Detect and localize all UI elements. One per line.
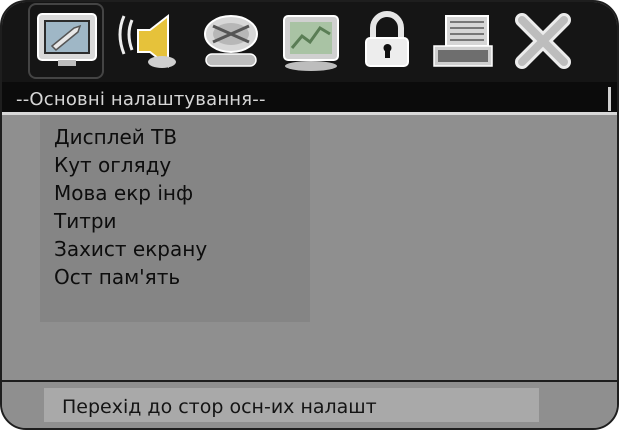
menu-item-screen-saver[interactable]: Захист екрану xyxy=(54,238,207,260)
general-setup-icon[interactable] xyxy=(34,8,100,74)
mpeg4-setup-icon[interactable] xyxy=(430,8,496,74)
help-text: Перехід до стор осн-их налашт xyxy=(62,396,377,418)
section-title-bar: --Основні налаштування-- xyxy=(2,82,617,112)
section-title: --Основні налаштування-- xyxy=(16,89,266,110)
exit-icon[interactable] xyxy=(510,8,576,74)
preference-lock-icon[interactable] xyxy=(354,8,420,74)
menu-item-subtitles[interactable]: Титри xyxy=(54,210,117,232)
setup-icon-bar xyxy=(2,2,617,82)
help-bar: Перехід до стор осн-их налашт xyxy=(2,380,617,428)
menu-item-last-memory[interactable]: Ост пам'ять xyxy=(54,266,180,288)
menu-item-angle[interactable]: Кут огляду xyxy=(54,154,171,176)
video-setup-icon[interactable] xyxy=(278,8,344,74)
menu-item-tv-display[interactable]: Дисплей ТВ xyxy=(54,126,177,148)
dolby-setup-icon[interactable] xyxy=(198,8,264,74)
audio-setup-icon[interactable] xyxy=(114,8,180,74)
menu-item-osd-language[interactable]: Мова екр інф xyxy=(54,182,193,204)
scroll-indicator xyxy=(608,87,611,111)
osd-menu: --Основні налаштування-- Дисплей ТВ Кут … xyxy=(0,0,619,430)
